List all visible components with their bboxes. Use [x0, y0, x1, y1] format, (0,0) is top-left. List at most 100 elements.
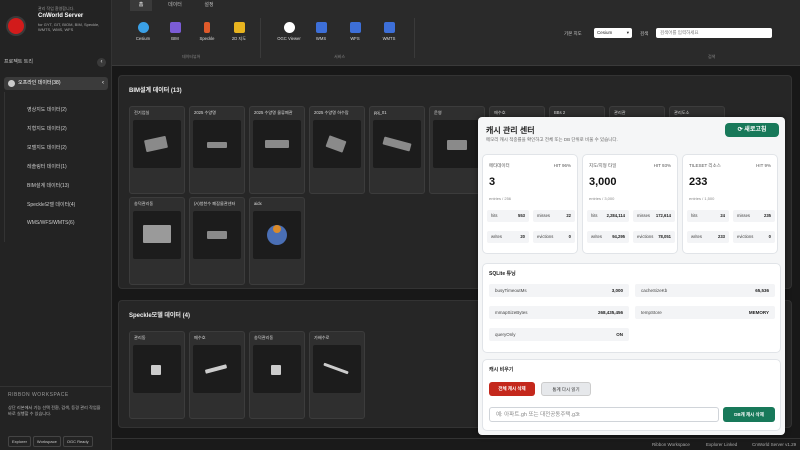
bim-button[interactable]: BIM	[160, 22, 190, 50]
wms-button[interactable]: WMS	[306, 22, 336, 50]
tree-item[interactable]: 모델지도 데이터(2)	[5, 144, 105, 154]
tool-label: WMTS	[382, 36, 396, 41]
cesium-button[interactable]: Cesium	[128, 22, 158, 50]
model-card[interactable]: aidx	[249, 197, 305, 285]
tab-data[interactable]: 데이터	[162, 0, 188, 11]
group-label: 서비스	[334, 54, 346, 59]
speckle-button[interactable]: Speckle	[192, 22, 222, 50]
card-title: 메수호	[194, 335, 206, 340]
status-item: CnWorld Server v1.29	[752, 442, 797, 447]
model-card[interactable]: 송덕관리동	[249, 331, 305, 419]
sqlite-title: SQLite 튜닝	[489, 271, 516, 277]
tree-item[interactable]: BIM설계 데이터(13)	[5, 182, 105, 192]
model-card[interactable]: 메수호	[189, 331, 245, 419]
tree-item[interactable]: WMS/WFS/WMTS(6)	[5, 220, 105, 230]
wmts-button[interactable]: WMTS	[374, 22, 404, 50]
stat-evictions: evictions 0	[733, 231, 775, 243]
model-card[interactable]: 관리동	[129, 331, 185, 419]
tab-settings[interactable]: 설정	[196, 0, 222, 11]
divider	[260, 18, 261, 58]
clear-db-cache-button[interactable]: DB캐 캐시 삭제	[723, 407, 775, 422]
stat-hits: hits 553	[487, 210, 529, 222]
model-card[interactable]: 2025 수양명	[189, 106, 245, 194]
thumbnail	[253, 345, 301, 393]
card-title: (A)청천수 폐잡물관센터	[194, 201, 236, 206]
model-card[interactable]: 전기업실	[129, 106, 185, 194]
card-title: aidx	[254, 201, 262, 206]
tree-item[interactable]: 지형지도 데이터(2)	[5, 125, 105, 135]
ribbon-title: RIBBON WORKSPACE	[8, 392, 69, 398]
card-title: ppj_01	[374, 110, 387, 115]
ogc-viewer-button[interactable]: OGC Viewer	[274, 22, 304, 50]
stat-value: 3	[489, 176, 496, 188]
model-card[interactable]: 2025 수양명 하수맘	[309, 106, 365, 194]
card-title: 송덕관리동	[254, 335, 274, 340]
value: 65,536	[755, 288, 769, 293]
model-card[interactable]: 송덕관리동	[129, 197, 185, 285]
collapse-icon[interactable]: ‹	[97, 58, 106, 67]
clear-all-cache-button[interactable]: 전체 캐시 삭제	[489, 382, 535, 396]
stat-misses: misses 172,614	[633, 210, 675, 222]
ribbon-tags: Explorer Workspace OGC Ready	[8, 430, 95, 448]
value: 553	[518, 213, 525, 218]
model-card[interactable]: 운영	[429, 106, 485, 194]
chevron-down-icon: ▾	[626, 30, 629, 35]
label: hits	[691, 213, 698, 218]
refresh-button[interactable]: ⟳ 새로고침	[725, 123, 779, 137]
project-tree-header: 프로젝트 트리 ‹	[4, 58, 108, 68]
search-input[interactable]: 검색어를 입력하세요	[656, 28, 772, 38]
label: writes	[491, 234, 502, 239]
stat-writes: writes 233	[687, 231, 729, 243]
label: evictions	[637, 234, 654, 239]
reload-stats-button[interactable]: 통계 다시 읽기	[541, 382, 591, 396]
base-map-value: Cesium	[597, 30, 613, 35]
layers-icon	[349, 22, 361, 33]
value: 94,295	[612, 234, 625, 239]
card-title: 가배수로	[314, 335, 330, 340]
cache-title: 캐시 관리 센터	[486, 126, 535, 135]
search-label: 검색	[640, 31, 649, 36]
tab-home[interactable]: 홈	[130, 0, 152, 11]
card-title: 운영	[434, 110, 442, 115]
model-card[interactable]: 2025 수양명 물류폐관	[249, 106, 305, 194]
wfs-button[interactable]: WFS	[340, 22, 370, 50]
tree-item[interactable]: 레솔링터 데이터(1)	[5, 163, 105, 173]
db-name-input[interactable]: 예: 아파트.gh 또는 대전공동주택.g3t	[489, 407, 719, 422]
chevron-left-icon[interactable]: ‹	[102, 77, 104, 90]
value: 0	[568, 234, 571, 239]
tree-item[interactable]: Speckle모델 데이터(4)	[5, 201, 105, 211]
sqlite-row: tempStore MEMORY	[635, 306, 775, 319]
tool-label: BIM	[171, 36, 179, 41]
value: 2,284,114	[606, 213, 625, 218]
key: mmapSizeBytes	[495, 310, 528, 315]
value: 3,000	[611, 288, 623, 293]
key: cacheSizeKb	[641, 288, 668, 293]
stat-entries: entries / 3,000	[589, 196, 615, 201]
stat-card-metadata: 메타데이터 HIT 96% 3 entries / 256 hits 553 mi…	[482, 154, 578, 254]
model-card[interactable]: ppj_01	[369, 106, 425, 194]
tree-item[interactable]: 영상지도 데이터(2)	[5, 106, 105, 116]
tool-label: OGC Viewer	[277, 36, 301, 41]
model-card[interactable]: (A)청천수 폐잡물관센터	[189, 197, 245, 285]
thumbnail	[313, 120, 361, 168]
stat-entries: entries / 1,500	[689, 196, 715, 201]
base-map-select[interactable]: Cesium ▾	[594, 28, 632, 38]
globe-icon	[137, 22, 149, 33]
clear-title: 캐시 비우기	[489, 367, 514, 373]
stat-writes: writes 94,295	[587, 231, 629, 243]
map2d-button[interactable]: 2D 지도	[224, 22, 254, 50]
stat-misses: misses 235	[733, 210, 775, 222]
thumbnail	[433, 120, 481, 168]
sqlite-row: mmapSizeBytes 268,435,456	[489, 306, 629, 319]
label: hits	[491, 213, 498, 218]
thumbnail	[193, 120, 241, 168]
model-card[interactable]: 가배수로	[309, 331, 365, 419]
stat-name: TILESET 리소스	[689, 163, 721, 168]
tree-root-label: 오프라인 데이터(38)	[18, 80, 61, 86]
value: 268,435,456	[597, 310, 623, 315]
tree-root-offline[interactable]: 오프라인 데이터(38) ‹	[4, 77, 108, 90]
label: misses	[737, 213, 751, 218]
map-icon	[233, 22, 245, 33]
value: 233	[718, 234, 725, 239]
brand: 관리 작업 환영합니다. CnWorld Server for GYT, GIT…	[4, 4, 108, 52]
